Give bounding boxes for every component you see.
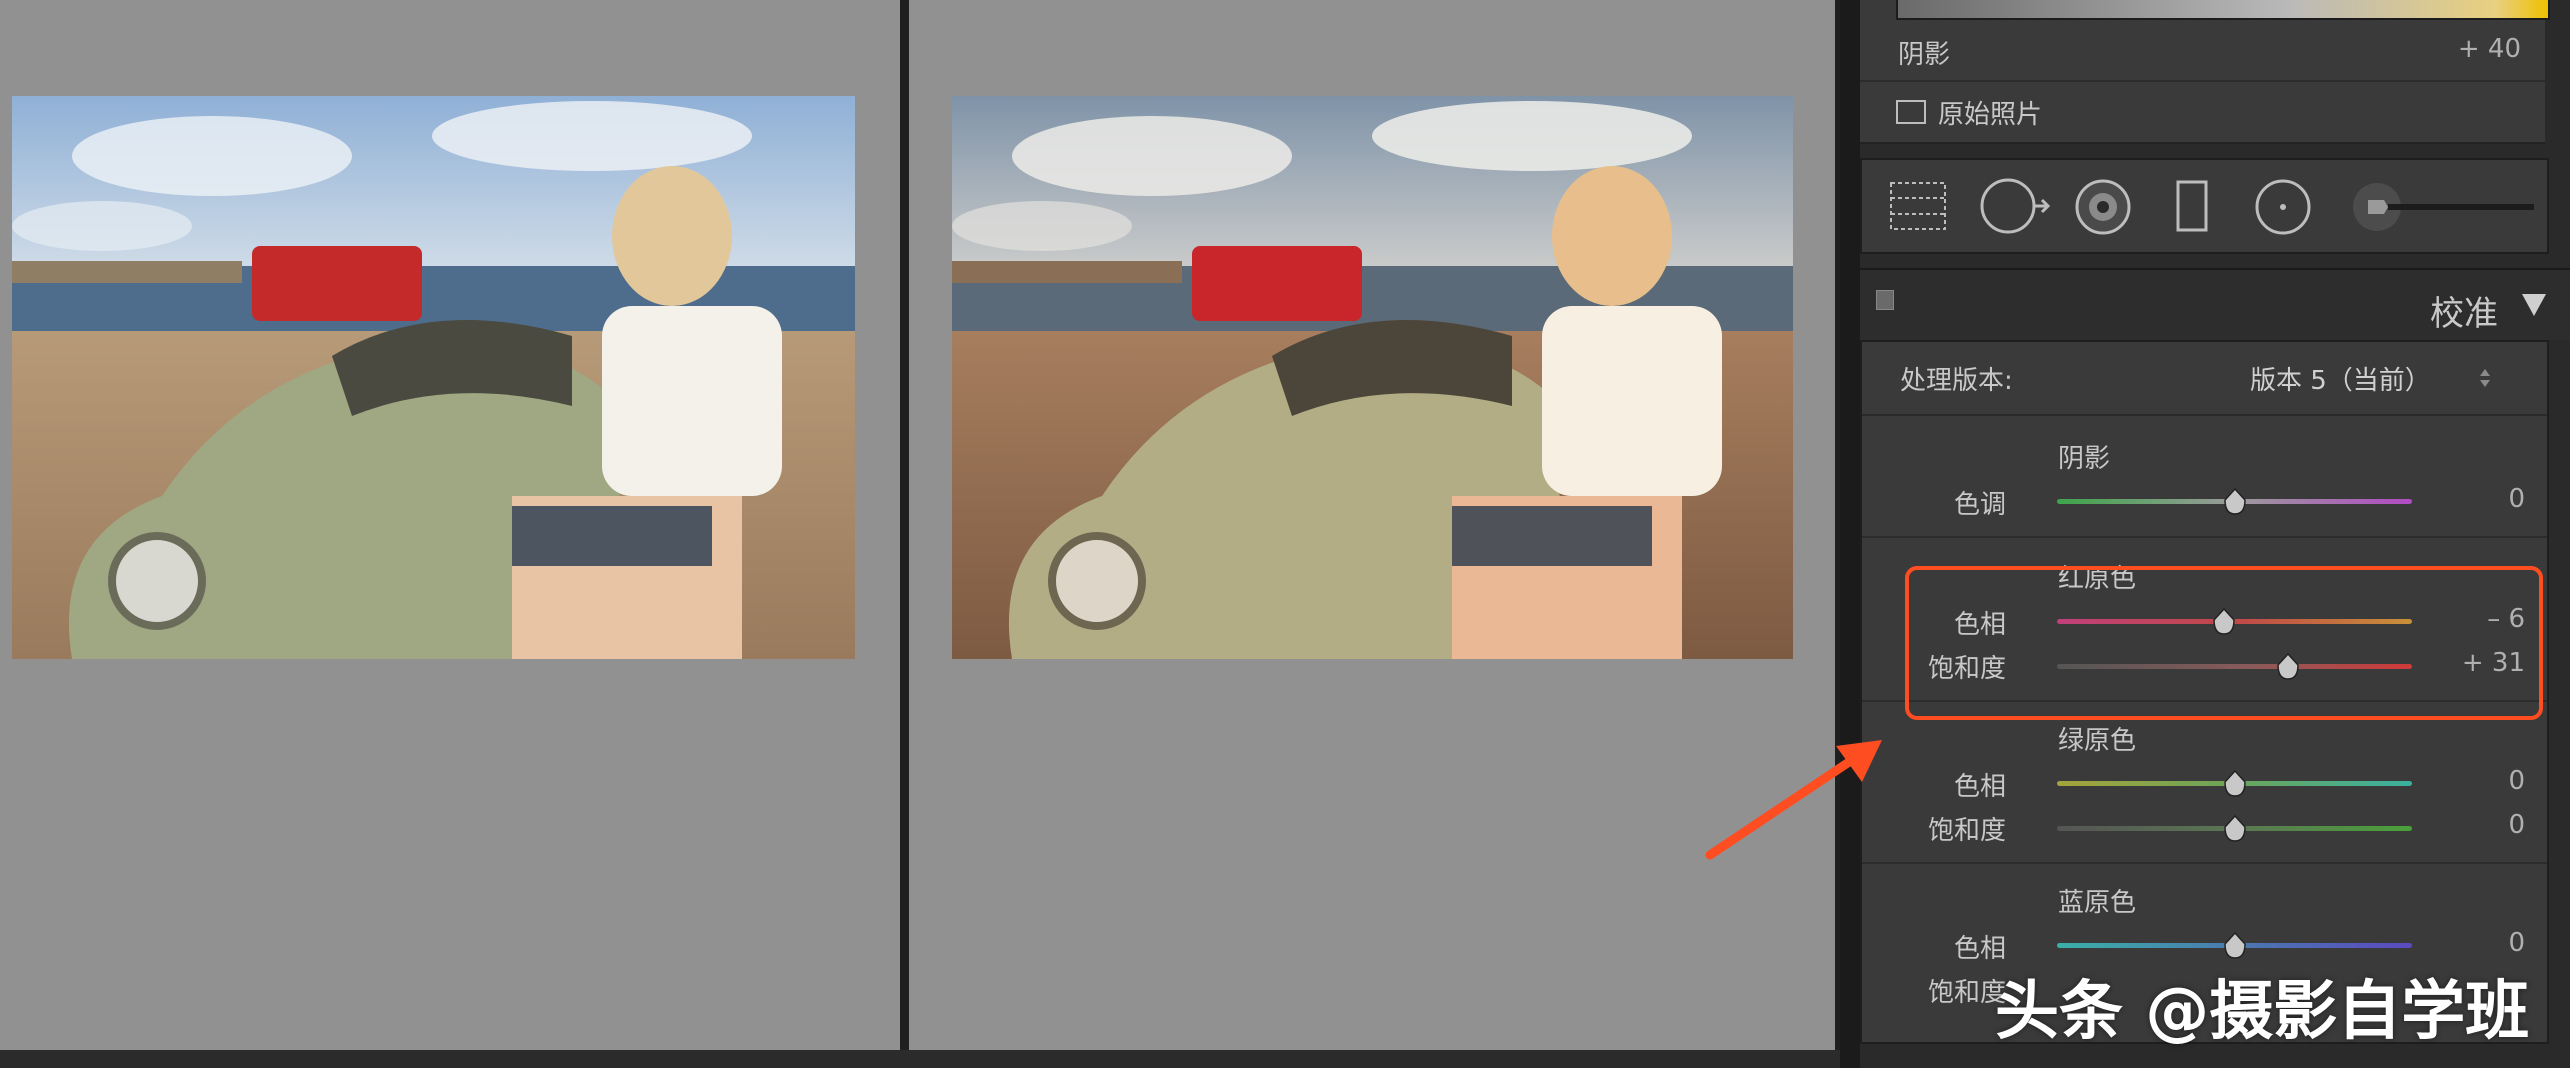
green-saturation-slider-knob[interactable]	[2222, 815, 2248, 843]
green-divider	[1862, 862, 2547, 864]
green-saturation-value[interactable]: 0	[2508, 810, 2525, 840]
spot-removal-icon[interactable]	[1978, 176, 2050, 236]
red-primary-highlight	[1905, 566, 2543, 720]
green-hue-value[interactable]: 0	[2508, 766, 2525, 796]
radial-filter-icon[interactable]	[2254, 178, 2312, 236]
brush-mask-icon[interactable]	[2172, 178, 2212, 236]
green-primary-title: 绿原色	[2058, 726, 2137, 756]
original-photo-label: 原始照片	[1938, 100, 2043, 130]
tone-divider	[1860, 80, 2545, 82]
tone-section: 阴影 + 40 原始照片	[1860, 0, 2550, 144]
process-version-value[interactable]: 版本 5（当前）	[2250, 360, 2431, 397]
tint-label: 色调	[1954, 490, 2007, 520]
calibration-title: 校准	[2430, 294, 2498, 334]
before-photo[interactable]	[12, 96, 855, 659]
adjustment-brush-slider[interactable]	[2348, 178, 2538, 236]
green-hue-label: 色相	[1954, 772, 2007, 802]
blue-hue-slider-knob[interactable]	[2222, 932, 2248, 960]
panel-scroll-edge	[1840, 0, 1860, 1068]
shadows-value[interactable]: + 40	[2458, 34, 2521, 64]
green-hue-slider-knob[interactable]	[2222, 770, 2248, 798]
tint-value[interactable]: 0	[2508, 484, 2525, 514]
tone-curve-strip[interactable]	[1896, 0, 2550, 20]
process-version-label: 处理版本:	[1900, 366, 2013, 396]
shadows-divider	[1862, 536, 2547, 538]
mask-tools-bar	[1860, 158, 2549, 254]
graduated-filter-icon[interactable]	[1888, 180, 1948, 232]
after-photo[interactable]	[952, 96, 1793, 659]
annotation-arrow	[1705, 740, 1882, 860]
updown-stepper-icon[interactable]	[2478, 366, 2492, 390]
tint-slider-knob[interactable]	[2222, 488, 2248, 516]
shadows-label: 阴影	[1898, 40, 1951, 70]
original-photo-checkbox[interactable]	[1896, 100, 1926, 124]
red-eye-icon[interactable]	[2074, 178, 2132, 236]
green-saturation-label: 饱和度	[1928, 816, 2007, 846]
watermark-text: 头条 @摄影自学班	[1995, 975, 2530, 1049]
blue-hue-value[interactable]: 0	[2508, 928, 2525, 958]
collapse-triangle-icon[interactable]	[2522, 294, 2546, 316]
bottom-bar	[0, 1050, 1840, 1068]
panel-toggle-icon[interactable]	[1876, 290, 1894, 310]
process-version-row[interactable]: 处理版本: 版本 5（当前）	[1862, 342, 2547, 416]
develop-panel: 阴影 + 40 原始照片 校准 处理版本: 版本 5（当前） 阴影 色调 0 红…	[1840, 0, 2570, 1068]
blue-primary-title: 蓝原色	[2058, 888, 2137, 918]
calibration-header[interactable]: 校准	[1860, 268, 2570, 340]
pane-divider[interactable]	[900, 0, 909, 1050]
shadows-section-title: 阴影	[2058, 444, 2111, 474]
